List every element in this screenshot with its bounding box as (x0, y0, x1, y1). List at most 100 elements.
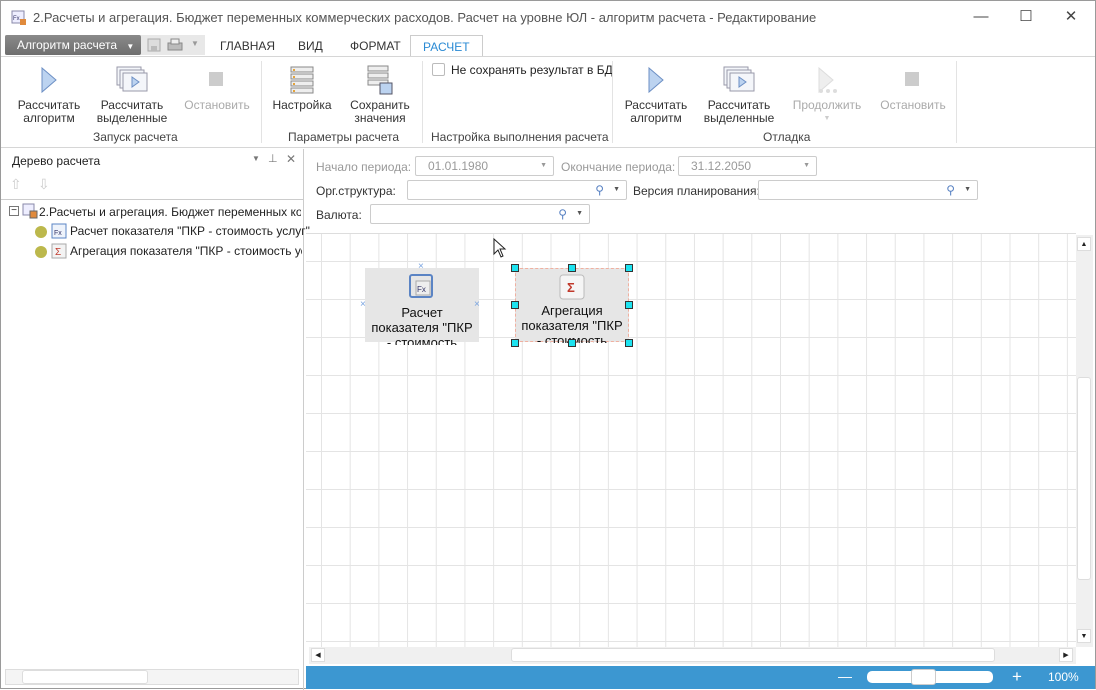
play-multiple-icon (116, 66, 148, 92)
algorithm-icon (22, 203, 38, 219)
tab-home[interactable]: ГЛАВНАЯ (208, 35, 287, 57)
continue-button[interactable]: Продолжить ▼ (787, 63, 867, 125)
period-end-label: Окончание периода: (561, 160, 676, 174)
maximize-button[interactable]: ☐ (1006, 5, 1046, 29)
tab-view[interactable]: ВИД (286, 35, 335, 57)
zoom-slider-thumb[interactable] (911, 669, 937, 685)
resize-handle[interactable] (511, 339, 519, 347)
no-save-checkbox[interactable] (432, 63, 445, 76)
scroll-thumb[interactable] (511, 648, 995, 662)
app-icon: Fx (11, 10, 26, 25)
horizontal-scrollbar[interactable] (5, 669, 299, 685)
fx-calc-icon: Fx (409, 274, 433, 298)
no-save-label: Не сохранять результат в БД (451, 63, 613, 77)
svg-text:Σ: Σ (55, 247, 61, 258)
tab-format[interactable]: ФОРМАТ (338, 35, 413, 57)
debug-stop-button[interactable]: Остановить (875, 63, 951, 112)
sigma-icon: Σ (559, 274, 585, 300)
tree-item[interactable]: 2.Расчеты и агрегация. Бюджет переменных… (39, 205, 301, 219)
calc-node[interactable]: Fx Расчет показателя "ПКР - стоимость ус… (365, 268, 479, 345)
move-down-icon[interactable]: ⇩ (38, 176, 50, 193)
tab-calculation[interactable]: РАСЧЕТ (410, 35, 483, 57)
app-menu-button[interactable]: Алгоритм расчета ▼ (5, 35, 141, 55)
window-title: 2.Расчеты и агрегация. Бюджет переменных… (33, 10, 817, 25)
save-icon[interactable] (147, 38, 161, 52)
debug-calc-algorithm-button[interactable]: Рассчитать алгоритм (621, 63, 691, 125)
connector-point[interactable]: × (474, 299, 480, 310)
status-dot-icon (35, 246, 47, 258)
vertical-scrollbar[interactable]: ▲ ▼ (1076, 235, 1093, 647)
scroll-down-icon[interactable]: ▼ (1077, 629, 1091, 643)
resize-handle[interactable] (625, 301, 633, 309)
divider (612, 61, 613, 143)
chevron-down-icon[interactable]: ▼ (576, 205, 583, 223)
chevron-down-icon: ▼ (540, 162, 547, 169)
group-label-launch: Запуск расчета (93, 130, 178, 144)
zoom-out-button[interactable]: — (838, 668, 852, 684)
settings-button[interactable]: Настройка (269, 63, 335, 112)
print-icon[interactable] (167, 38, 183, 52)
resize-handle[interactable] (568, 339, 576, 347)
label: Рассчитать выделенные (96, 98, 168, 125)
stop-button[interactable]: Остановить (179, 63, 255, 112)
value: 31.12.2050 (691, 159, 752, 173)
resize-handle[interactable] (625, 339, 633, 347)
continue-icon (818, 66, 837, 94)
connector-point[interactable]: × (360, 299, 366, 310)
scroll-right-icon[interactable]: ▶ (1059, 648, 1073, 662)
canvas-horizontal-scrollbar[interactable]: ◀ ▶ (309, 647, 1076, 664)
org-input[interactable]: ⚲ ▼ (407, 180, 627, 200)
calc-algorithm-button[interactable]: Рассчитать алгоритм (13, 63, 85, 125)
minimize-button[interactable]: — (961, 5, 1001, 29)
aggregation-node-selected[interactable]: Σ Агрегация показателя "ПКР - стоимость … (515, 268, 629, 343)
group-label-exec: Настройка выполнения расчета (431, 130, 609, 144)
currency-input[interactable]: ⚲ ▼ (370, 204, 590, 224)
resize-handle[interactable] (568, 264, 576, 272)
tree-item[interactable]: Агрегация показателя "ПКР - стоимость ус… (70, 244, 302, 258)
calc-tree-panel: Дерево расчета ▼ ⊥ ✕ ⇧ ⇩ − 2.Расчеты и а… (1, 149, 310, 690)
status-bar: — + 100% (306, 666, 1095, 689)
stop-icon (209, 72, 223, 86)
version-input[interactable]: ⚲ ▼ (758, 180, 978, 200)
resize-handle[interactable] (625, 264, 633, 272)
chevron-down-icon[interactable]: ▼ (964, 181, 971, 199)
connector-point[interactable]: × (418, 261, 424, 272)
move-up-icon[interactable]: ⇧ (10, 176, 22, 193)
qat-dropdown-icon[interactable]: ▼ (191, 39, 199, 48)
zoom-level: 100% (1048, 670, 1079, 684)
node-label: Агрегация показателя "ПКР - стоимость ус… (521, 303, 623, 343)
label: Остановить (184, 98, 250, 112)
panel-menu-icon[interactable]: ▼ (252, 154, 260, 163)
close-panel-icon[interactable]: ✕ (286, 152, 296, 166)
svg-text:Fx: Fx (417, 285, 426, 294)
node-label: Расчет показателя "ПКР - стоимость услуг… (371, 305, 473, 345)
label: Рассчитать выделенные (703, 98, 775, 125)
status-dot-icon (35, 226, 47, 238)
search-icon[interactable]: ⚲ (558, 205, 567, 223)
resize-handle[interactable] (511, 301, 519, 309)
pin-icon[interactable]: ⊥ (268, 152, 278, 165)
mouse-cursor-icon (493, 238, 507, 258)
period-start-label: Начало периода: (316, 160, 412, 174)
scroll-up-icon[interactable]: ▲ (1077, 237, 1091, 251)
play-icon (41, 66, 57, 94)
search-icon[interactable]: ⚲ (946, 181, 955, 199)
close-button[interactable]: ✕ (1051, 5, 1091, 29)
settings-list-icon (290, 66, 314, 94)
period-start-select[interactable]: 01.01.1980 ▼ (415, 156, 554, 176)
chevron-down-icon[interactable]: ▼ (613, 181, 620, 199)
search-icon[interactable]: ⚲ (595, 181, 604, 199)
resize-handle[interactable] (511, 264, 519, 272)
chevron-down-icon: ▼ (823, 115, 831, 122)
zoom-in-button[interactable]: + (1012, 667, 1022, 687)
period-end-select[interactable]: 31.12.2050 ▼ (678, 156, 817, 176)
calc-selected-button[interactable]: Рассчитать выделенные (93, 63, 171, 125)
scroll-left-icon[interactable]: ◀ (311, 648, 325, 662)
save-values-button[interactable]: Сохранить значения (345, 63, 415, 125)
scroll-thumb[interactable] (1077, 377, 1091, 580)
svg-text:Fx: Fx (13, 16, 20, 22)
debug-calc-selected-button[interactable]: Рассчитать выделенные (701, 63, 777, 125)
collapse-toggle[interactable]: − (9, 206, 19, 216)
label: Продолжить (792, 98, 862, 112)
tree-item[interactable]: Расчет показателя "ПКР - стоимость услуг… (70, 224, 310, 238)
